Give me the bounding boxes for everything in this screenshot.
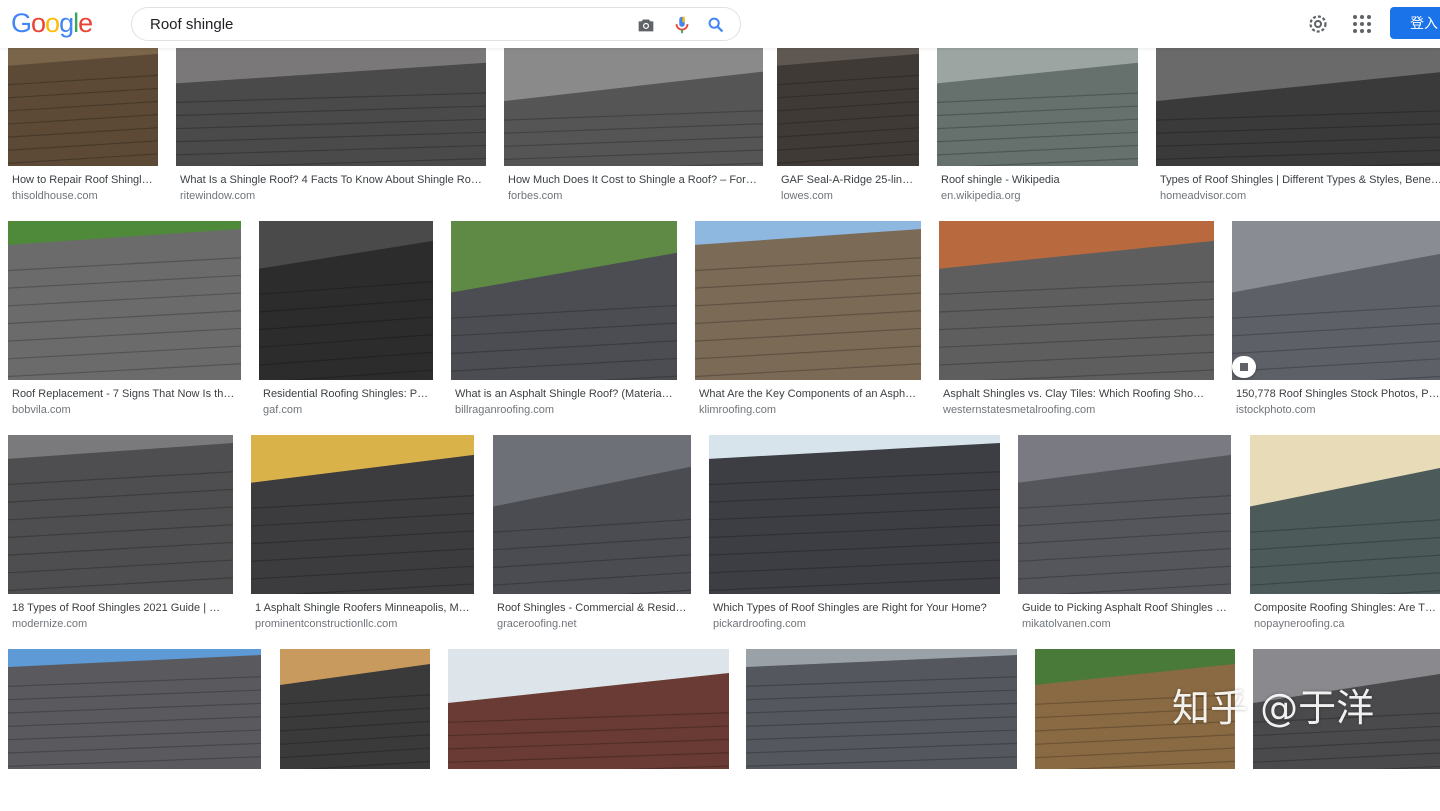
result-title[interactable]: 18 Types of Roof Shingles 2021 Guide | M…: [12, 602, 229, 614]
result-title[interactable]: 150,778 Roof Shingles Stock Photos, Pict…: [1236, 388, 1440, 400]
result-thumbnail[interactable]: [1018, 435, 1231, 594]
result-title[interactable]: How Much Does It Cost to Shingle a Roof?…: [508, 174, 759, 186]
image-result[interactable]: Composite Roofing Shingles: Are They nopa…: [1250, 435, 1440, 636]
stock-image-icon: [1232, 356, 1256, 378]
result-source: bobvila.com: [12, 404, 71, 416]
image-result[interactable]: Types of Roof Shingles | Different Types…: [1156, 48, 1440, 208]
image-result[interactable]: What Are the Key Components of an Aspha.…: [695, 221, 921, 422]
logo-letter: G: [11, 8, 32, 38]
image-result[interactable]: Residential Roofing Shingles: Po... gaf.c…: [259, 221, 433, 422]
logo-letter: e: [78, 8, 93, 38]
google-logo[interactable]: Google: [11, 8, 93, 39]
result-thumbnail[interactable]: [8, 435, 233, 594]
apps-grid-icon[interactable]: [1350, 12, 1374, 36]
result-thumbnail[interactable]: [8, 649, 261, 769]
image-result[interactable]: Which Types of Roof Shingles are Right f…: [709, 435, 1000, 636]
result-title[interactable]: GAF Seal-A-Ridge 25-lin ft ...: [781, 174, 915, 186]
result-thumbnail[interactable]: [259, 221, 433, 380]
image-result[interactable]: Guide to Picking Asphalt Roof Shingles f…: [1018, 435, 1231, 636]
image-result[interactable]: Roof Shingles - Commercial & Reside... gr…: [493, 435, 691, 636]
result-source: lowes.com: [781, 190, 833, 202]
result-source: thisoldhouse.com: [12, 190, 98, 202]
result-thumbnail[interactable]: [448, 649, 729, 769]
result-thumbnail[interactable]: [1250, 435, 1440, 594]
result-thumbnail[interactable]: [695, 221, 921, 380]
result-title[interactable]: Guide to Picking Asphalt Roof Shingles f…: [1022, 602, 1227, 614]
logo-letter: o: [31, 8, 46, 38]
result-title[interactable]: Which Types of Roof Shingles are Right f…: [713, 602, 996, 614]
image-result[interactable]: Asphalt Shingles vs. Clay Tiles: Which R…: [939, 221, 1214, 422]
result-title[interactable]: How to Repair Roof Shingle...: [12, 174, 154, 186]
result-title[interactable]: Roof Replacement - 7 Signs That Now Is t…: [12, 388, 237, 400]
result-source: homeadvisor.com: [1160, 190, 1247, 202]
microphone-icon[interactable]: [671, 14, 693, 36]
result-thumbnail[interactable]: [504, 48, 763, 166]
top-bar: Google 登入: [0, 0, 1440, 48]
result-title[interactable]: Roof shingle - Wikipedia: [941, 174, 1134, 186]
camera-icon[interactable]: [635, 14, 657, 36]
image-result[interactable]: [280, 649, 430, 811]
result-title[interactable]: Residential Roofing Shingles: Po...: [263, 388, 429, 400]
result-source: klimroofing.com: [699, 404, 777, 416]
image-result[interactable]: What Is a Shingle Roof? 4 Facts To Know …: [176, 48, 486, 208]
result-thumbnail[interactable]: [939, 221, 1214, 380]
image-result[interactable]: 150,778 Roof Shingles Stock Photos, Pict…: [1232, 221, 1440, 422]
result-thumbnail[interactable]: [8, 48, 158, 166]
result-source: nopayneroofing.ca: [1254, 618, 1345, 630]
result-source: mikatolvanen.com: [1022, 618, 1111, 630]
image-result[interactable]: How Much Does It Cost to Shingle a Roof?…: [504, 48, 763, 208]
image-result[interactable]: What is an Asphalt Shingle Roof? (Materi…: [451, 221, 677, 422]
image-result[interactable]: [746, 649, 1017, 811]
image-result[interactable]: [448, 649, 729, 811]
result-thumbnail[interactable]: [493, 435, 691, 594]
result-source: en.wikipedia.org: [941, 190, 1021, 202]
search-input[interactable]: [150, 16, 610, 33]
image-result[interactable]: 18 Types of Roof Shingles 2021 Guide | M…: [8, 435, 233, 636]
image-result[interactable]: Roof Replacement - 7 Signs That Now Is t…: [8, 221, 241, 422]
watermark: 知乎 @于洋: [1172, 686, 1375, 730]
result-thumbnail[interactable]: [937, 48, 1138, 166]
result-title[interactable]: Roof Shingles - Commercial & Reside...: [497, 602, 687, 614]
result-source: graceroofing.net: [497, 618, 577, 630]
result-title[interactable]: What is an Asphalt Shingle Roof? (Materi…: [455, 388, 673, 400]
result-title[interactable]: Asphalt Shingles vs. Clay Tiles: Which R…: [943, 388, 1210, 400]
result-source: forbes.com: [508, 190, 563, 202]
result-thumbnail[interactable]: [451, 221, 677, 380]
result-thumbnail[interactable]: [176, 48, 486, 166]
result-source: prominentconstructionllc.com: [255, 618, 398, 630]
result-source: modernize.com: [12, 618, 88, 630]
result-title[interactable]: 1 Asphalt Shingle Roofers Minneapolis, M…: [255, 602, 470, 614]
result-thumbnail[interactable]: [251, 435, 474, 594]
result-source: pickardroofing.com: [713, 618, 806, 630]
logo-letter: g: [59, 8, 74, 38]
logo-letter: o: [45, 8, 60, 38]
result-thumbnail[interactable]: [777, 48, 919, 166]
result-title[interactable]: What Are the Key Components of an Aspha.…: [699, 388, 917, 400]
result-title[interactable]: What Is a Shingle Roof? 4 Facts To Know …: [180, 174, 482, 186]
result-source: istockphoto.com: [1236, 404, 1316, 416]
image-result[interactable]: How to Repair Roof Shingle... thisoldhous…: [8, 48, 158, 208]
search-box[interactable]: [131, 7, 741, 41]
sign-in-button[interactable]: 登入: [1390, 7, 1440, 39]
image-result[interactable]: [8, 649, 261, 811]
result-thumbnail[interactable]: [746, 649, 1017, 769]
result-thumbnail[interactable]: [280, 649, 430, 769]
image-result[interactable]: Roof shingle - Wikipedia en.wikipedia.org: [937, 48, 1138, 208]
result-title[interactable]: Composite Roofing Shingles: Are They: [1254, 602, 1440, 614]
result-thumbnail[interactable]: [8, 221, 241, 380]
result-thumbnail[interactable]: [1156, 48, 1440, 166]
result-source: gaf.com: [263, 404, 303, 416]
image-result[interactable]: GAF Seal-A-Ridge 25-lin ft ... lowes.com: [777, 48, 919, 208]
result-title[interactable]: Types of Roof Shingles | Different Types…: [1160, 174, 1440, 186]
result-thumbnail[interactable]: [1232, 221, 1440, 380]
result-source: billraganroofing.com: [455, 404, 555, 416]
image-result[interactable]: 1 Asphalt Shingle Roofers Minneapolis, M…: [251, 435, 474, 636]
result-source: westernstatesmetalroofing.com: [943, 404, 1096, 416]
result-source: ritewindow.com: [180, 190, 256, 202]
result-thumbnail[interactable]: [709, 435, 1000, 594]
search-icon[interactable]: [705, 14, 727, 36]
settings-icon[interactable]: [1306, 12, 1330, 36]
